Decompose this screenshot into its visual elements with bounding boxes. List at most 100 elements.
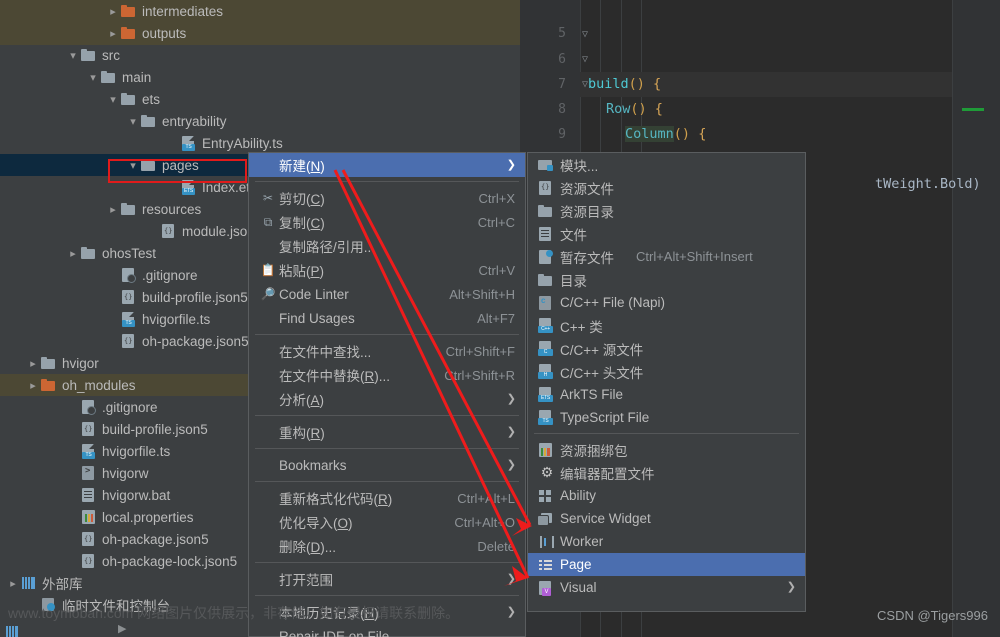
chevron-right-icon[interactable] bbox=[66, 242, 80, 264]
menu-item-[interactable]: 优化导入(O) Ctrl+Alt+O bbox=[249, 510, 525, 534]
menu-item-[interactable]: 重构(R) ❯ bbox=[249, 420, 525, 444]
menu-item-[interactable]: 分析(A) ❯ bbox=[249, 387, 525, 411]
submenu-item-visual[interactable]: Visual ❯ bbox=[528, 576, 805, 599]
menu-item-[interactable]: ⧉ 复制(C) Ctrl+C bbox=[249, 210, 525, 234]
submenu-item-label: Ability bbox=[560, 488, 597, 503]
folder-icon bbox=[140, 157, 158, 173]
menu-item-[interactable]: 在文件中替换(R)... Ctrl+Shift+R bbox=[249, 363, 525, 387]
chevron-placeholder bbox=[106, 330, 120, 352]
menu-item-[interactable]: 复制路径/引用... bbox=[249, 234, 525, 258]
status-version-control[interactable] bbox=[4, 624, 18, 637]
context-menu-rows[interactable]: 新建(N) ❯ ✂ 剪切(C) Ctrl+X ⧉ 复制(C) Ctrl+C 复制路径/引用...… bbox=[249, 153, 525, 637]
submenu-item-[interactable]: 资源目录 bbox=[528, 199, 805, 222]
submenu-item-servicewidget[interactable]: Service Widget bbox=[528, 507, 805, 530]
submenu-item-page[interactable]: Page bbox=[528, 553, 805, 576]
tree-item-ets[interactable]: ets bbox=[0, 88, 520, 110]
menu-item-bookmarks[interactable]: Bookmarks ❯ bbox=[249, 453, 525, 477]
chevron-right-icon[interactable] bbox=[106, 22, 120, 44]
chevron-placeholder bbox=[106, 308, 120, 330]
tree-item-intermediates[interactable]: intermediates bbox=[0, 0, 520, 22]
tree-item-label: intermediates bbox=[142, 3, 224, 19]
menu-separator bbox=[255, 595, 519, 596]
chevron-placeholder bbox=[166, 132, 180, 154]
file-type-icon: ETS bbox=[536, 386, 558, 403]
submenu-item-label: 暂存文件 bbox=[560, 250, 614, 266]
submenu-item-label: 资源目录 bbox=[560, 204, 614, 220]
submenu-item-[interactable]: 资源文件 bbox=[528, 176, 805, 199]
menu-item-shortcut: Ctrl+Shift+R bbox=[444, 367, 515, 383]
submenu-item-worker[interactable]: Worker bbox=[528, 530, 805, 553]
submenu-item-[interactable]: 模块... bbox=[528, 153, 805, 176]
submenu-item-typescriptfile[interactable]: TS TypeScript File bbox=[528, 406, 805, 429]
submenu-item-[interactable]: 资源捆绑包 bbox=[528, 438, 805, 461]
menu-item-[interactable]: 重新格式化代码(R) Ctrl+Alt+L bbox=[249, 486, 525, 510]
menu-item-[interactable]: 新建(N) ❯ bbox=[249, 153, 525, 177]
chevron-placeholder bbox=[66, 440, 80, 462]
chevron-placeholder bbox=[66, 396, 80, 418]
tree-item-label: src bbox=[102, 47, 120, 63]
chevron-down-icon[interactable] bbox=[66, 44, 80, 66]
tree-item-outputs[interactable]: outputs bbox=[0, 22, 520, 44]
submenu-item-[interactable]: 暂存文件 Ctrl+Alt+Shift+Insert bbox=[528, 245, 805, 268]
tree-item-label: oh_modules bbox=[62, 377, 136, 393]
tree-item-src[interactable]: src bbox=[0, 44, 520, 66]
submenu-item-ccfilenapi[interactable]: C/C++ File (Napi) bbox=[528, 291, 805, 314]
menu-item-findusages[interactable]: Find Usages Alt+F7 bbox=[249, 306, 525, 330]
submenu-item-arktsfile[interactable]: ETS ArkTS File bbox=[528, 383, 805, 406]
ets-file-icon: TS bbox=[120, 311, 138, 327]
chevron-right-icon[interactable] bbox=[26, 374, 40, 396]
menu-item-label: 删除(D)... bbox=[279, 540, 336, 555]
tree-item-entryability[interactable]: entryability bbox=[0, 110, 520, 132]
new-submenu-rows[interactable]: 模块... 资源文件资源目录文件暂存文件 Ctrl+Alt+Shift+Insert… bbox=[528, 153, 805, 599]
page-icon bbox=[536, 557, 558, 573]
tree-item-label: ets bbox=[142, 91, 161, 107]
submenu-item-label: Page bbox=[560, 557, 592, 572]
chevron-placeholder bbox=[146, 220, 160, 242]
menu-item-codelinter[interactable]: 🔎 Code Linter Alt+Shift+H bbox=[249, 282, 525, 306]
submenu-item-[interactable]: ⚙ 编辑器配置文件 bbox=[528, 461, 805, 484]
status-bar[interactable]: ▶ bbox=[0, 619, 520, 637]
tree-item-label: main bbox=[122, 69, 152, 85]
menu-item-[interactable]: 打开范围 ❯ bbox=[249, 567, 525, 591]
code-line-6: 6 build() { bbox=[520, 22, 1000, 92]
chevron-right-icon[interactable] bbox=[26, 352, 40, 374]
menu-item-[interactable]: 在文件中查找... Ctrl+Shift+F bbox=[249, 339, 525, 363]
code-line-5: 5 bbox=[520, 0, 1000, 41]
fold-marker-8[interactable]: ▽ bbox=[578, 72, 592, 97]
chevron-right-icon: ❯ bbox=[786, 581, 796, 593]
tree-item-main[interactable]: main bbox=[0, 66, 520, 88]
menu-item-shortcut: Ctrl+Alt+L bbox=[457, 490, 515, 506]
tree-item-label: build-profile.json5 bbox=[142, 289, 248, 305]
menu-item-[interactable]: ✂ 剪切(C) Ctrl+X bbox=[249, 186, 525, 210]
chevron-down-icon[interactable] bbox=[126, 154, 140, 176]
chevron-down-icon[interactable] bbox=[86, 66, 100, 88]
chevron-down-icon[interactable] bbox=[126, 110, 140, 132]
tree-item-label: build-profile.json5 bbox=[102, 421, 208, 437]
tree-item-label: local.properties bbox=[102, 509, 194, 525]
submenu-item-cc[interactable]: C C/C++ 源文件 bbox=[528, 337, 805, 360]
submenu-item-c[interactable]: C++ C++ 类 bbox=[528, 314, 805, 337]
tree-item-EntryAbility.ts[interactable]: TS EntryAbility.ts bbox=[0, 132, 520, 154]
status-run[interactable]: ▶ bbox=[118, 622, 126, 635]
chevron-right-icon[interactable] bbox=[106, 198, 120, 220]
chevron-right-icon[interactable] bbox=[106, 0, 120, 22]
json-file-icon bbox=[160, 223, 178, 239]
submenu-item-[interactable]: 目录 bbox=[528, 268, 805, 291]
scissors-icon: ✂ bbox=[262, 191, 274, 205]
submenu-item-[interactable]: 文件 bbox=[528, 222, 805, 245]
menu-item-label: 复制路径/引用... bbox=[279, 240, 376, 255]
worker-icon bbox=[536, 534, 558, 550]
menu-item-[interactable]: 删除(D)... Delete bbox=[249, 534, 525, 558]
chevron-right-icon[interactable] bbox=[6, 572, 20, 594]
new-submenu[interactable]: 模块... 资源文件资源目录文件暂存文件 Ctrl+Alt+Shift+Insert… bbox=[527, 152, 806, 612]
submenu-item-label: C/C++ 源文件 bbox=[560, 342, 644, 358]
submenu-item-cc[interactable]: H C/C++ 头文件 bbox=[528, 360, 805, 383]
tree-item-label: hvigor bbox=[62, 355, 99, 371]
context-menu[interactable]: 新建(N) ❯ ✂ 剪切(C) Ctrl+X ⧉ 复制(C) Ctrl+C 复制路径/引用...… bbox=[248, 152, 526, 637]
submenu-item-ability[interactable]: Ability bbox=[528, 484, 805, 507]
tree-item-label: hvigorfile.ts bbox=[142, 311, 211, 327]
fold-marker-7[interactable]: ▽ bbox=[578, 47, 592, 72]
chevron-down-icon[interactable] bbox=[106, 88, 120, 110]
menu-item-[interactable]: 📋 粘贴(P) Ctrl+V bbox=[249, 258, 525, 282]
fold-marker-6[interactable]: ▽ bbox=[578, 22, 592, 47]
